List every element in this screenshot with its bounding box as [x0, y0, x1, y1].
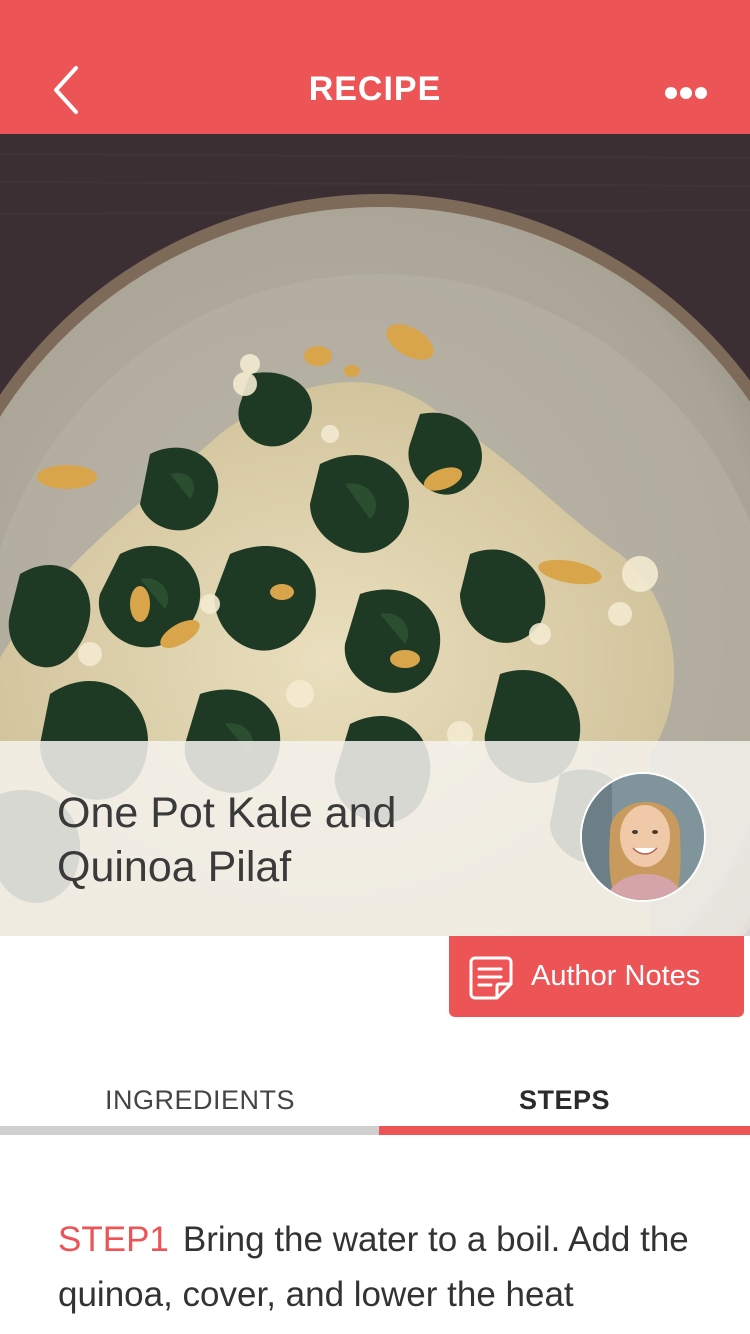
author-avatar-photo: [582, 774, 704, 900]
author-avatar[interactable]: [580, 772, 706, 902]
step-item: STEP1 Bring the water to a boil. Add the …: [58, 1212, 718, 1322]
tab-steps-indicator: [379, 1126, 750, 1135]
recipe-title: One Pot Kale and Quinoa Pilaf: [57, 789, 397, 891]
tab-ingredients-label: INGREDIENTS: [104, 1085, 296, 1115]
more-dots-icon: [665, 87, 707, 99]
header-bar: RECIPE: [0, 0, 750, 134]
tab-ingredients-indicator: [0, 1126, 379, 1135]
notes-icon: [469, 956, 513, 999]
step-number: STEP1: [58, 1220, 169, 1259]
author-notes-label: Author Notes: [531, 960, 701, 992]
tab-steps-label: STEPS: [518, 1085, 611, 1115]
more-button[interactable]: [656, 76, 716, 110]
page-title: RECIPE: [308, 70, 442, 108]
author-notes-button[interactable]: Author Notes: [449, 936, 744, 1017]
